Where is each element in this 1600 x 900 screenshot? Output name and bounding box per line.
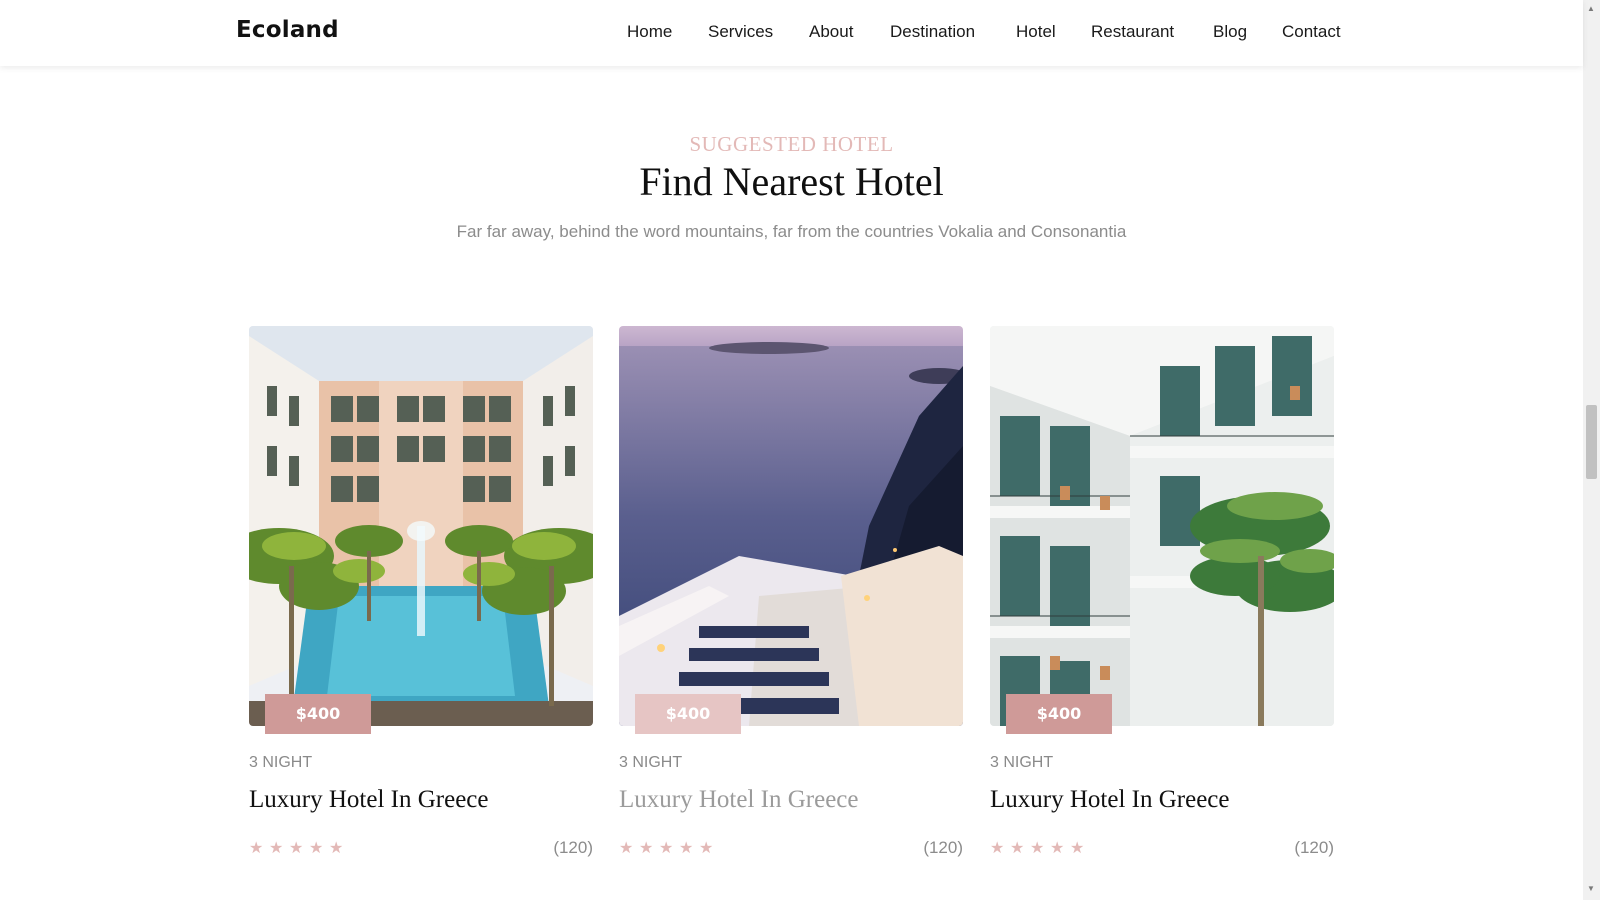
nights-label: 3 NIGHT	[990, 754, 1054, 771]
hotel-card: $400 3 NIGHT Luxury Hotel In Greece ★ ★ …	[619, 326, 963, 896]
hotel-card: $400 3 NIGHT Luxury Hotel In Greece ★ ★ …	[249, 326, 593, 896]
nights-label: 3 NIGHT	[249, 754, 313, 771]
nav-about[interactable]: About	[809, 22, 853, 42]
scroll-up-arrow-icon[interactable]: ▲	[1587, 4, 1595, 13]
hotel-name-link[interactable]: Luxury Hotel In Greece	[249, 786, 488, 814]
nav-services[interactable]: Services	[708, 22, 773, 42]
star-icon: ★	[269, 840, 284, 857]
section-subtitle: Far far away, behind the word mountains,…	[456, 222, 1127, 241]
page-scrollbar[interactable]: ▲ ▼	[1583, 0, 1600, 900]
nav-blog[interactable]: Blog	[1213, 22, 1247, 42]
top-navbar: Ecoland Home Services About Destination …	[0, 0, 1583, 66]
hotel-name-link[interactable]: Luxury Hotel In Greece	[990, 786, 1229, 814]
nav-destination[interactable]: Destination	[890, 22, 975, 42]
hotel-courtyard-pool-photo[interactable]	[249, 326, 593, 726]
star-icon: ★	[1030, 840, 1045, 857]
star-icon: ★	[329, 840, 344, 857]
nights-label: 3 NIGHT	[619, 754, 683, 771]
price-badge[interactable]: $400	[1006, 694, 1112, 734]
nav-contact[interactable]: Contact	[1282, 22, 1341, 42]
brand-logo[interactable]: Ecoland	[236, 17, 339, 43]
nav-restaurant[interactable]: Restaurant	[1091, 22, 1174, 42]
section-eyebrow: SUGGESTED HOTEL	[689, 132, 894, 156]
scroll-down-arrow-icon[interactable]: ▼	[1587, 884, 1595, 893]
section-title: Find Nearest Hotel	[639, 159, 944, 204]
star-icon: ★	[309, 840, 324, 857]
nav-home[interactable]: Home	[627, 22, 672, 42]
review-count: (120)	[1294, 838, 1334, 857]
star-icon: ★	[699, 840, 714, 857]
hotel-name-link[interactable]: Luxury Hotel In Greece	[619, 786, 858, 814]
hotel-courtyard-pool-image	[249, 326, 593, 726]
hotel-balconies-palm-image	[990, 326, 1334, 726]
review-count: (120)	[923, 838, 963, 857]
price-badge[interactable]: $400	[265, 694, 371, 734]
star-icon: ★	[1050, 840, 1065, 857]
hotel-balconies-palm-photo[interactable]	[990, 326, 1334, 726]
scroll-thumb[interactable]	[1586, 405, 1597, 479]
star-icon: ★	[619, 840, 634, 857]
star-icon: ★	[990, 840, 1005, 857]
star-icon: ★	[289, 840, 304, 857]
review-count: (120)	[553, 838, 593, 857]
star-icon: ★	[1010, 840, 1025, 857]
hotel-card: $400 3 NIGHT Luxury Hotel In Greece ★ ★ …	[990, 326, 1334, 896]
star-icon: ★	[679, 840, 694, 857]
star-icon: ★	[1070, 840, 1085, 857]
santorini-stairs-sea-image	[619, 326, 963, 726]
price-badge[interactable]: $400	[635, 694, 741, 734]
star-icon: ★	[249, 840, 264, 857]
star-icon: ★	[659, 840, 674, 857]
star-icon: ★	[639, 840, 654, 857]
santorini-stairs-sea-photo[interactable]	[619, 326, 963, 726]
nav-hotel[interactable]: Hotel	[1016, 22, 1056, 42]
